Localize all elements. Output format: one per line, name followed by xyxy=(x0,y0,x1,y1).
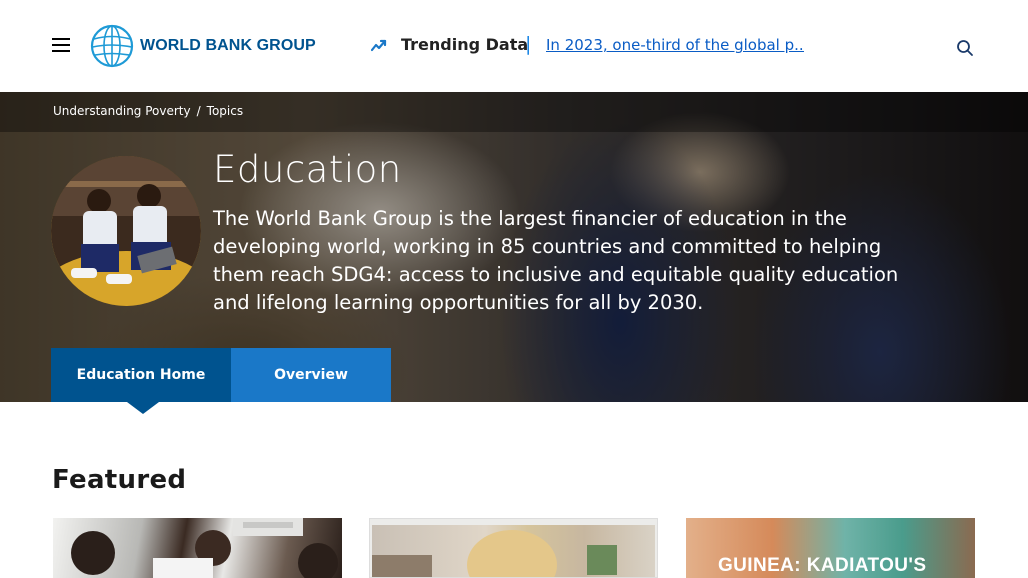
breadcrumb-topics[interactable]: Topics xyxy=(207,104,243,118)
featured-card[interactable] xyxy=(53,518,342,578)
trending-data-link[interactable]: In 2023, one-third of the global p... xyxy=(546,36,804,54)
featured-card-image xyxy=(71,518,338,578)
active-tab-pointer xyxy=(127,402,159,414)
hero-banner: Understanding Poverty / Topics Education… xyxy=(0,92,1028,402)
tab-overview[interactable]: Overview xyxy=(231,348,391,402)
featured-card[interactable] xyxy=(369,518,658,578)
breadcrumb-understanding-poverty[interactable]: Understanding Poverty xyxy=(53,104,191,118)
globe-logo-icon xyxy=(90,24,134,68)
site-header: WORLD BANK GROUP Trending Data | In 2023… xyxy=(0,0,1028,92)
education-photo xyxy=(51,156,201,306)
breadcrumb: Understanding Poverty / Topics xyxy=(53,104,243,118)
trending-data-label: Trending Data xyxy=(401,35,529,54)
featured-card[interactable]: GUINEA: KADIATOU'S xyxy=(686,518,975,578)
page-title: Education xyxy=(213,148,402,191)
featured-heading: Featured xyxy=(52,465,187,495)
trending-separator: | xyxy=(525,33,532,55)
breadcrumb-separator: / xyxy=(196,104,201,118)
breadcrumb-bar: Understanding Poverty / Topics xyxy=(0,92,1028,132)
world-bank-logo[interactable]: WORLD BANK GROUP xyxy=(90,24,316,68)
tab-education-home[interactable]: Education Home xyxy=(51,348,231,402)
trending-icon xyxy=(371,39,387,52)
featured-card-title: GUINEA: KADIATOU'S xyxy=(718,555,927,576)
logo-text: WORLD BANK GROUP xyxy=(140,37,316,54)
search-icon[interactable] xyxy=(956,39,974,57)
featured-card-image xyxy=(372,525,655,577)
section-tabs: Education Home Overview xyxy=(51,348,391,402)
page-description: The World Bank Group is the largest fina… xyxy=(213,207,899,314)
hamburger-menu-icon[interactable] xyxy=(52,38,70,52)
